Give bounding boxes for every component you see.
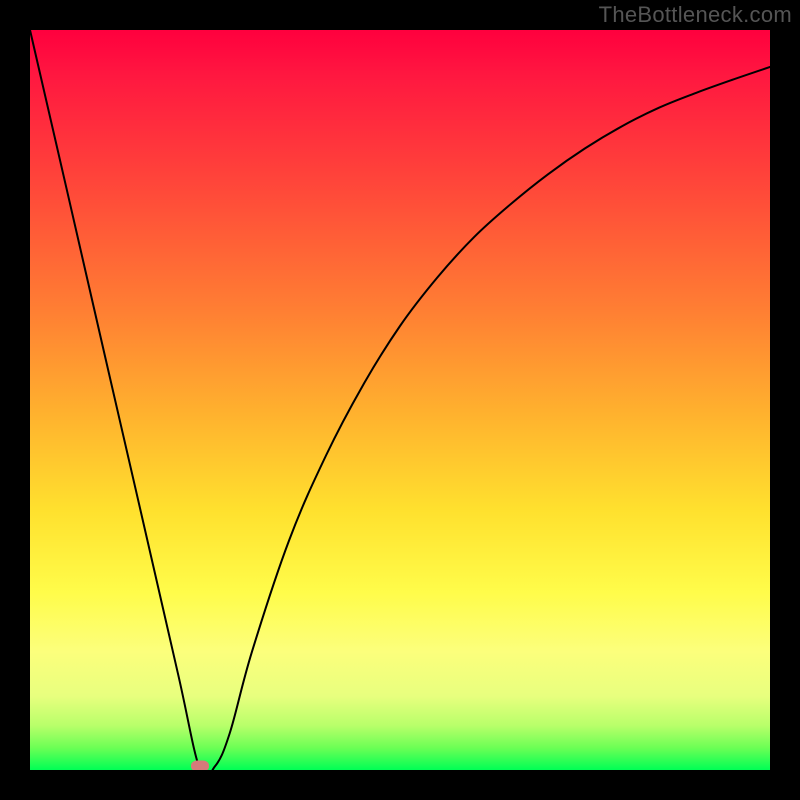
minimum-marker-icon bbox=[191, 761, 209, 771]
watermark-text: TheBottleneck.com bbox=[599, 2, 792, 28]
chart-frame: TheBottleneck.com bbox=[0, 0, 800, 800]
curve-svg bbox=[30, 30, 770, 770]
curve-path bbox=[30, 30, 770, 770]
plot-area bbox=[30, 30, 770, 770]
